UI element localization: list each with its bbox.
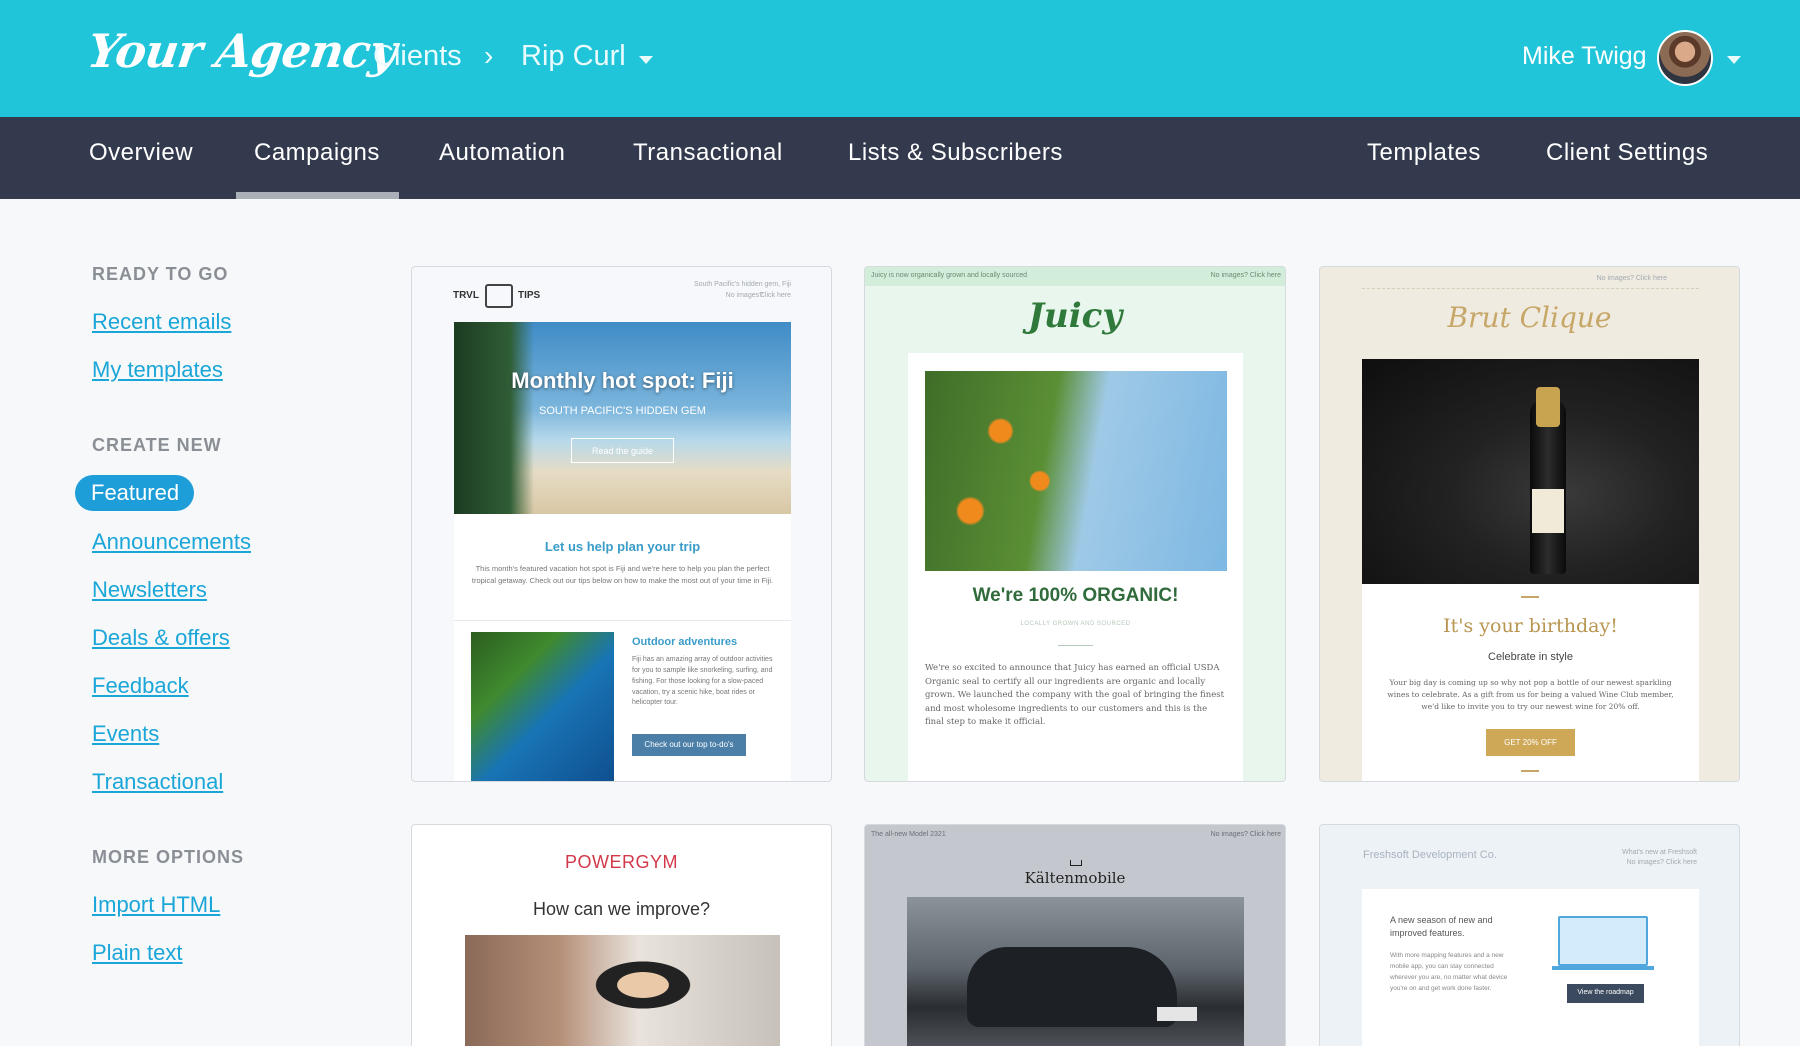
client-dropdown-icon[interactable] — [639, 56, 653, 64]
link-transactional[interactable]: Transactional — [92, 769, 223, 795]
link-events[interactable]: Events — [92, 721, 159, 747]
breadcrumb-clients[interactable]: Clients — [373, 40, 462, 73]
link-my-templates[interactable]: My templates — [92, 357, 223, 383]
hero-button[interactable]: Read the guide — [571, 438, 674, 463]
hero-image: Monthly hot spot: Fiji SOUTH PACIFIC'S H… — [454, 322, 791, 514]
user-menu-dropdown-icon[interactable] — [1727, 56, 1741, 64]
athlete-icon — [583, 955, 703, 1015]
template-card-kalten[interactable]: The all-new Model 2321 No images? Click … — [864, 824, 1286, 1046]
car-icon — [967, 947, 1177, 1027]
main-nav: Overview Campaigns Automation Transactio… — [0, 117, 1800, 199]
adventure-body: Fiji has an amazing array of outdoor act… — [632, 656, 773, 707]
section-heading-more: MORE OPTIONS — [92, 847, 245, 867]
orange-tree-image — [925, 371, 1227, 571]
link-feedback[interactable]: Feedback — [92, 673, 189, 699]
travel-logo-right: TIPS — [518, 290, 541, 301]
bottle-foil — [1536, 387, 1560, 427]
powergym-question: How can we improve? — [532, 899, 711, 919]
template-card-brut[interactable]: No images? Click here Brut Clique It's y… — [1319, 266, 1740, 782]
nav-client-settings[interactable]: Client Settings — [1546, 139, 1708, 167]
adventure-image — [471, 632, 614, 781]
template-card-powergym[interactable]: POWERGYM How can we improve? — [411, 824, 832, 1046]
active-tab-indicator — [236, 192, 399, 199]
crown-icon — [1070, 860, 1082, 866]
nav-transactional[interactable]: Transactional — [633, 139, 783, 167]
juicy-headline: We're 100% ORGANIC! — [972, 585, 1179, 606]
suitcase-icon — [485, 284, 513, 308]
template-card-juicy[interactable]: Juicy is now organically grown and local… — [864, 266, 1286, 782]
link-featured[interactable]: Featured — [75, 475, 194, 511]
kalten-no-images[interactable]: No images? Click here — [1211, 831, 1281, 838]
laptop-icon — [1558, 916, 1648, 966]
nav-templates[interactable]: Templates — [1367, 139, 1481, 167]
link-newsletters[interactable]: Newsletters — [92, 577, 207, 603]
agency-logo[interactable]: Your Agency — [84, 24, 399, 78]
brut-headline: It's your birthday! — [1443, 615, 1618, 637]
juicy-body: We're so excited to announce that Juicy … — [925, 663, 1225, 728]
freshsoft-body: With more mapping features and a new mob… — [1390, 952, 1508, 993]
link-announcements[interactable]: Announcements — [92, 529, 251, 555]
palm-tree-icon — [454, 322, 534, 514]
travel-click-here[interactable]: Click here — [760, 292, 791, 299]
powergym-logo: POWERGYM — [564, 852, 678, 872]
freshsoft-no-images[interactable]: No images? Click here — [1627, 859, 1697, 866]
nav-overview[interactable]: Overview — [89, 139, 193, 167]
section-heading-ready: READY TO GO — [92, 264, 229, 284]
top-bar: Your Agency Clients › Rip Curl Mike Twig… — [0, 0, 1800, 117]
juicy-tagline: LOCALLY GROWN AND SOURCED — [1020, 621, 1131, 627]
travel-section-title: Let us help plan your trip — [544, 539, 701, 554]
divider — [1058, 645, 1093, 646]
divider — [1521, 770, 1539, 772]
juicy-preheader: Juicy is now organically grown and local… — [871, 272, 1028, 279]
juicy-no-images[interactable]: No images? Click here — [1211, 272, 1281, 279]
brut-logo: Brut Clique — [1447, 301, 1612, 334]
avatar[interactable] — [1657, 30, 1713, 86]
gym-image — [465, 935, 780, 1046]
kalten-preheader: The all-new Model 2321 — [871, 831, 946, 838]
divider — [1521, 596, 1539, 598]
kalten-logo: Kältenmobile — [1024, 869, 1126, 887]
travel-section-body: This month's featured vacation hot spot … — [471, 564, 774, 585]
freshsoft-preheader: What's new at Freshsoft — [1622, 849, 1697, 856]
brut-no-images[interactable]: No images? Click here — [1597, 275, 1667, 282]
template-card-freshsoft[interactable]: Freshsoft Development Co. What's new at … — [1319, 824, 1740, 1046]
divider — [454, 620, 791, 621]
link-recent-emails[interactable]: Recent emails — [92, 309, 231, 335]
brut-button[interactable]: GET 20% OFF — [1486, 729, 1575, 756]
section-heading-create: CREATE NEW — [92, 435, 222, 455]
adventure-title: Outdoor adventures — [632, 636, 738, 648]
hero-title: Monthly hot spot: Fiji — [511, 368, 734, 393]
nav-lists-subscribers[interactable]: Lists & Subscribers — [848, 139, 1063, 167]
brut-subhead: Celebrate in style — [1488, 651, 1573, 663]
template-card-travel[interactable]: TRVL TIPS South Pacific's hidden gem, Fi… — [411, 266, 832, 782]
brut-body: Your big day is coming up so why not pop… — [1387, 678, 1674, 711]
bottle-label — [1532, 489, 1564, 533]
link-plain-text[interactable]: Plain text — [92, 940, 183, 966]
travel-preheader: South Pacific's hidden gem, Fiji — [693, 281, 791, 288]
juicy-content: We're 100% ORGANIC! LOCALLY GROWN AND SO… — [908, 353, 1243, 781]
car-image — [907, 897, 1244, 1046]
license-plate — [1157, 1007, 1197, 1021]
laptop-base — [1552, 966, 1654, 970]
divider — [1362, 288, 1699, 289]
user-name[interactable]: Mike Twigg — [1522, 42, 1647, 71]
freshsoft-logo: Freshsoft Development Co. — [1363, 849, 1497, 861]
link-deals-offers[interactable]: Deals & offers — [92, 625, 230, 651]
adventure-button[interactable]: Check out our top to-do's — [632, 734, 746, 756]
breadcrumb-client[interactable]: Rip Curl — [521, 40, 626, 73]
hero-subtitle: SOUTH PACIFIC'S HIDDEN GEM — [539, 405, 706, 417]
chevron-right-icon: › — [484, 40, 494, 71]
freshsoft-content: A new season of new and improved feature… — [1362, 889, 1699, 1046]
travel-body: Let us help plan your trip This month's … — [454, 514, 791, 781]
brut-content: It's your birthday! Celebrate in style Y… — [1362, 359, 1699, 781]
nav-automation[interactable]: Automation — [439, 139, 565, 167]
nav-campaigns[interactable]: Campaigns — [254, 139, 380, 167]
travel-no-images: No images? — [725, 292, 763, 299]
link-import-html[interactable]: Import HTML — [92, 892, 220, 918]
freshsoft-title: A new season of new and improved feature… — [1390, 915, 1493, 938]
freshsoft-button[interactable]: View the roadmap — [1567, 984, 1644, 1003]
travel-logo-left: TRVL — [453, 290, 479, 301]
juicy-logo: Juicy — [1027, 296, 1123, 336]
champagne-image — [1362, 359, 1699, 584]
